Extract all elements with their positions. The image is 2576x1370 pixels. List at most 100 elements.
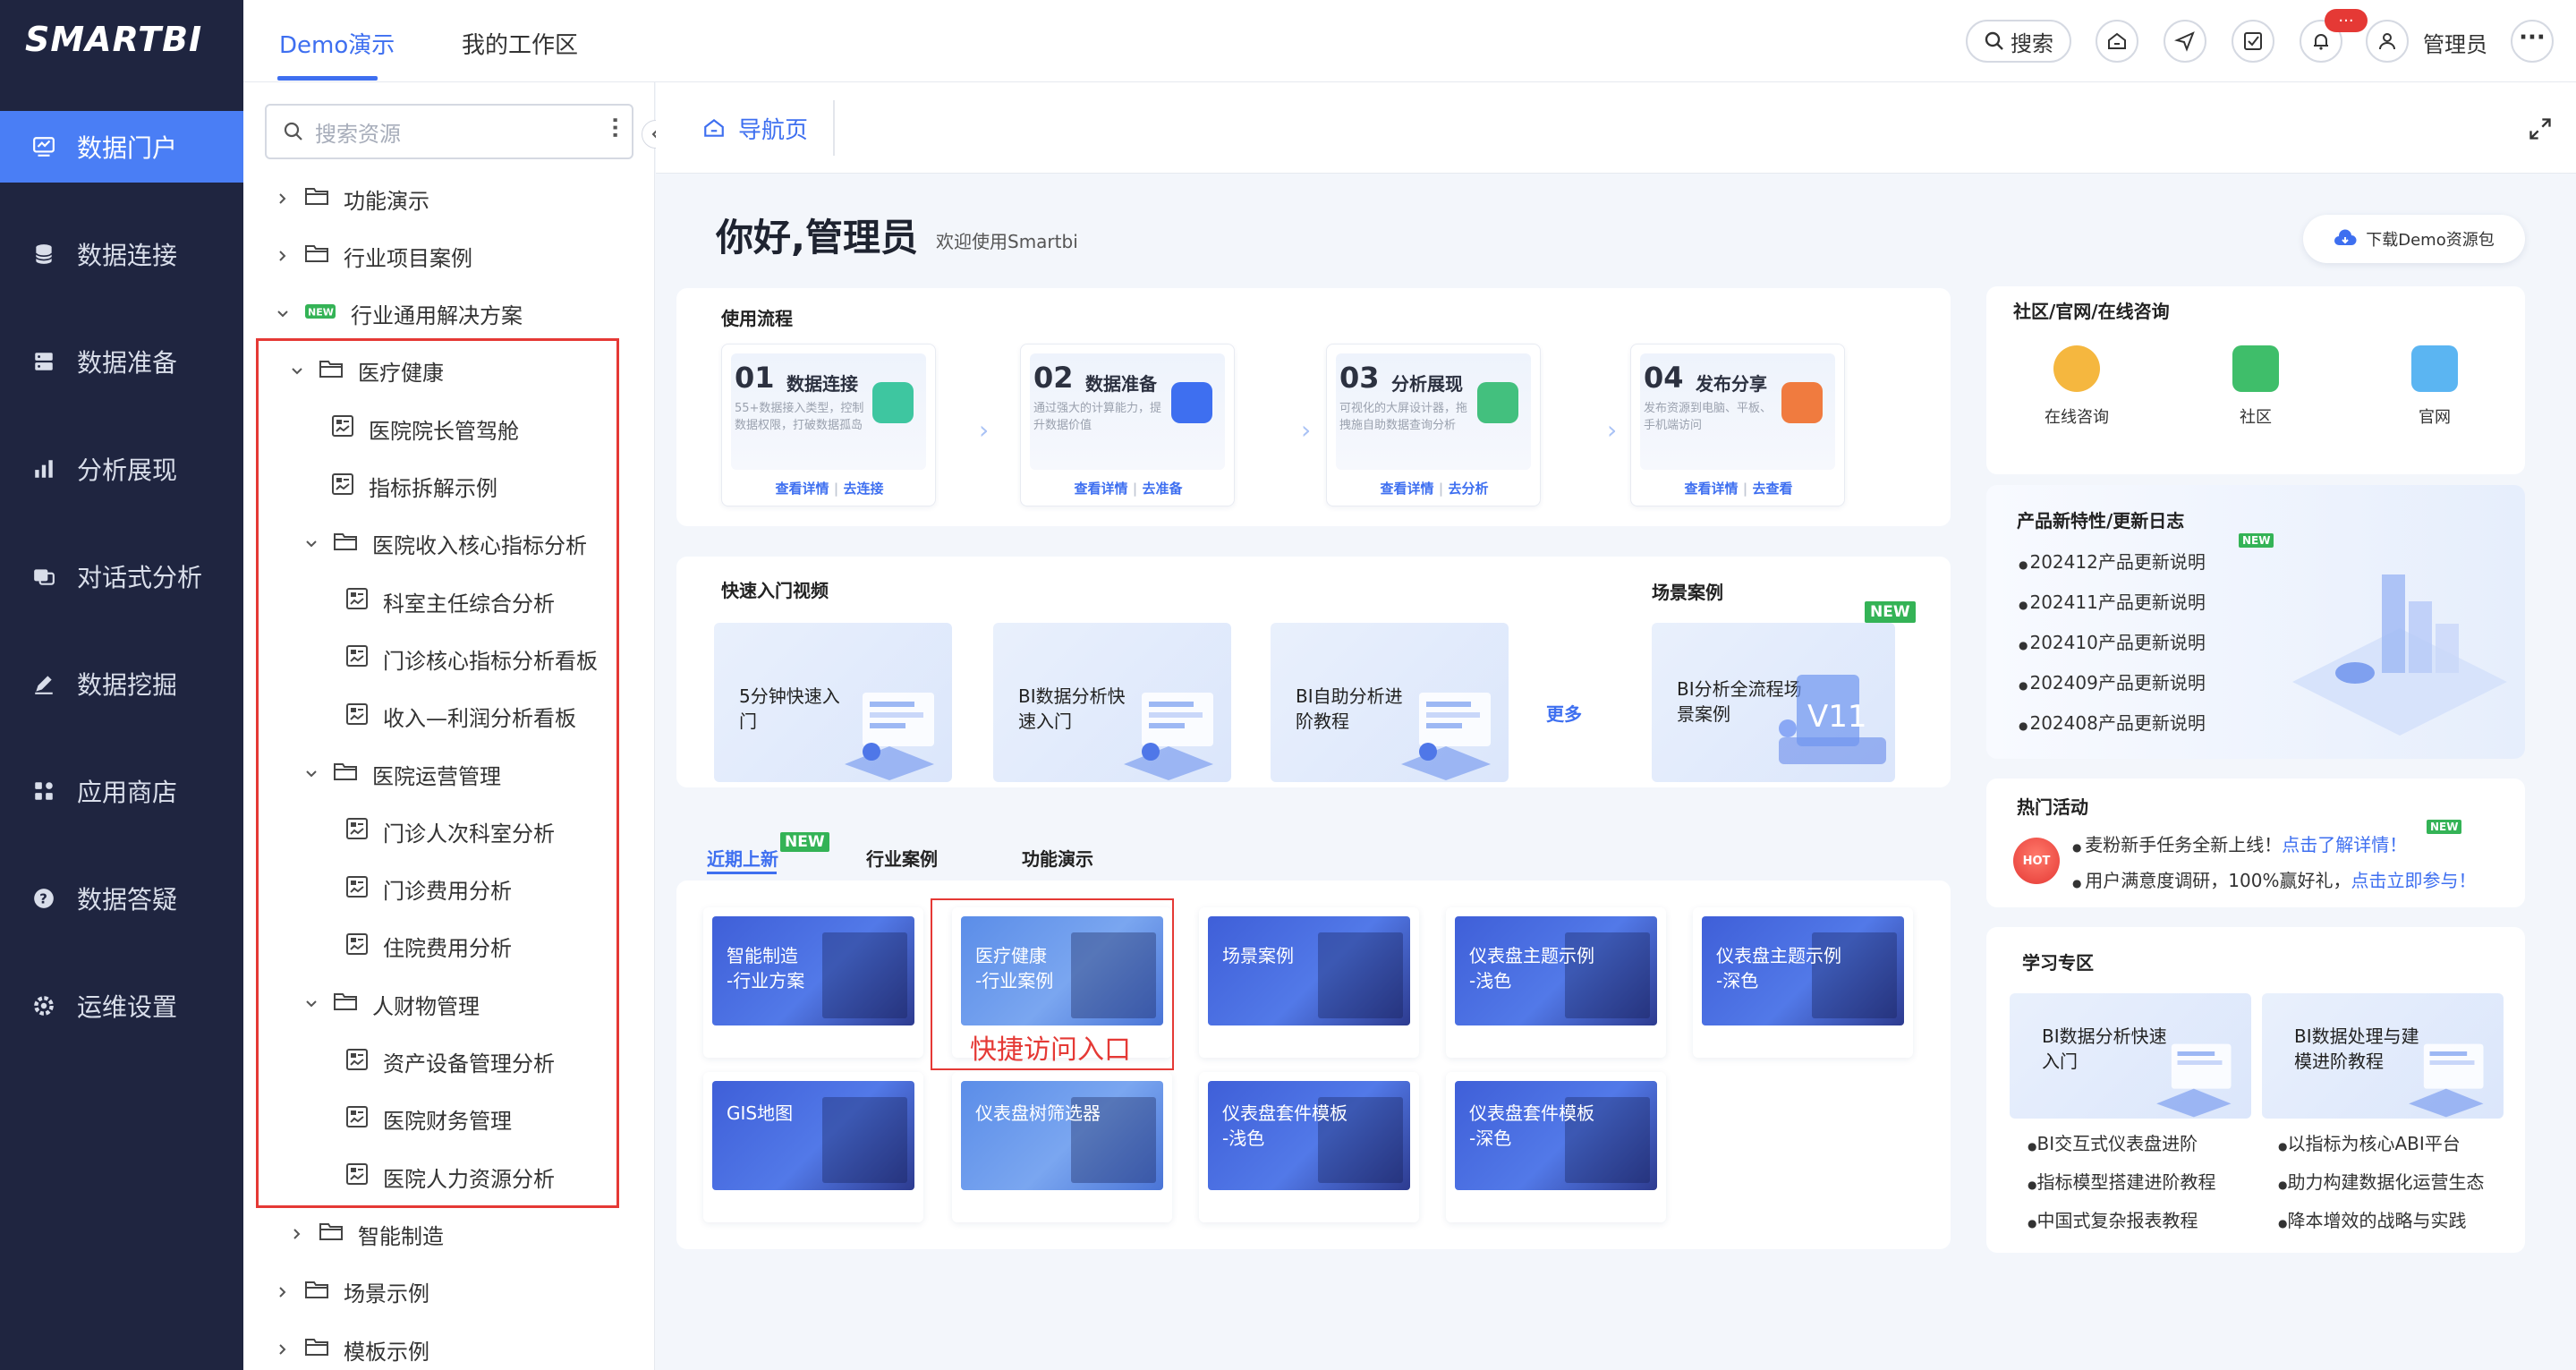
thumbnail-title: 仪表盘套件模板 -浅色 — [1222, 1101, 1348, 1151]
app-logo[interactable]: SMARTBI — [25, 20, 202, 59]
chevron-right-icon[interactable] — [274, 1343, 292, 1356]
resource-thumbnail[interactable]: 仪表盘主题示例 -浅色 — [1446, 907, 1666, 1058]
chevron-right-icon[interactable] — [274, 250, 292, 262]
flow-step-2[interactable]: 02 数据准备 通过强大的计算能力，提升数据价值 查看详情 | 去准备 — [1020, 344, 1235, 506]
nav-item-8[interactable]: 运维设置 — [0, 970, 243, 1042]
changelog-item[interactable]: ● 202408产品更新说明 — [2019, 709, 2206, 735]
flow-step-4[interactable]: 04 发布分享 发布资源到电脑、平板、手机端访问 查看详情 | 去查看 — [1630, 344, 1845, 506]
event-link[interactable]: 点击立即参与！ — [2351, 870, 2476, 891]
learning-card[interactable]: BI数据处理与建模进阶教程 — [2262, 993, 2504, 1119]
changelog-item[interactable]: ● 202410产品更新说明 — [2019, 628, 2206, 654]
chevron-down-icon[interactable] — [274, 308, 292, 320]
user-name[interactable]: 管理员 — [2423, 27, 2487, 58]
tree-item[interactable]: 场景示例 — [274, 1274, 429, 1310]
tab-recent[interactable]: 近期上新 — [707, 845, 778, 871]
step-number: 02 — [1033, 361, 1074, 395]
bar-chart-icon — [32, 457, 55, 481]
changelog-item[interactable]: ● 202409产品更新说明 — [2019, 668, 2206, 694]
more-videos-link[interactable]: 更多 — [1546, 700, 1582, 726]
nav-item-2[interactable]: 数据准备 — [0, 326, 243, 397]
step-go-link[interactable]: 去分析 — [1448, 481, 1488, 497]
flow-step-3[interactable]: 03 分析展现 可视化的大屏设计器，拖拽施自助数据查询分析 查看详情 | 去分析 — [1326, 344, 1541, 506]
thumbnail-title-line2: -浅色 — [1222, 1127, 1265, 1149]
video-card[interactable]: BI自助分析进阶教程 — [1271, 623, 1509, 782]
fullscreen-icon[interactable] — [2528, 116, 2553, 141]
avatar[interactable] — [2366, 20, 2409, 63]
download-demo-button[interactable]: 下载Demo资源包 — [2303, 215, 2525, 263]
server-icon — [32, 350, 55, 373]
step-name: 数据准备 — [1085, 373, 1157, 395]
tree-more-icon[interactable]: ··· — [603, 116, 625, 139]
event-item: ● 麦粉新手任务全新上线！点击了解详情！ — [2072, 830, 2407, 856]
community-item[interactable]: 在线咨询 — [2019, 345, 2135, 428]
changelog-item[interactable]: ● 202412产品更新说明 — [2019, 548, 2206, 574]
step-detail-link[interactable]: 查看详情 — [776, 481, 829, 497]
video-card[interactable]: 5分钟快速入门 — [714, 623, 952, 782]
thumbnail-title-line1: 仪表盘主题示例 — [1469, 945, 1594, 966]
tasks-button[interactable] — [2232, 20, 2274, 63]
nav-item-3[interactable]: 分析展现 — [0, 433, 243, 505]
learning-link[interactable]: ●指标模型搭建进阶教程 — [2028, 1168, 2215, 1194]
flow-step-1[interactable]: 01 数据连接 55+数据接入类型，控制数据权限，打破数据孤岛 查看详情 | 去连接 — [721, 344, 936, 506]
nav-item-7[interactable]: ? 数据答疑 — [0, 863, 243, 934]
chevron-right-icon[interactable] — [288, 1228, 306, 1240]
nav-item-0[interactable]: 数据门户 — [0, 111, 243, 183]
resource-thumbnail[interactable]: GIS地图 — [703, 1072, 923, 1222]
resource-thumbnail[interactable]: 仪表盘主题示例 -深色 — [1693, 907, 1913, 1058]
scene-case-card[interactable]: BI分析全流程场景案例 V11 — [1652, 623, 1895, 782]
step-go-link[interactable]: 去查看 — [1752, 481, 1792, 497]
step-go-link[interactable]: 去准备 — [1142, 481, 1182, 497]
tree-item[interactable]: NEW 行业通用解决方案 — [274, 296, 523, 332]
learning-link[interactable]: ●降本增效的战略与实践 — [2278, 1206, 2466, 1232]
step-detail-link[interactable]: 查看详情 — [1075, 481, 1128, 497]
community-item[interactable]: 社区 — [2198, 345, 2314, 428]
learning-link[interactable]: ●助力构建数据化运营生态 — [2278, 1168, 2484, 1194]
resource-thumbnail[interactable]: 仪表盘套件模板 -浅色 — [1199, 1072, 1419, 1222]
send-button[interactable] — [2164, 20, 2206, 63]
nav-item-5[interactable]: 数据挖掘 — [0, 648, 243, 719]
resource-search-input[interactable]: 搜索资源 ··· — [265, 104, 633, 159]
changelog-item[interactable]: ● 202411产品更新说明 — [2019, 588, 2206, 614]
nav-item-6[interactable]: 应用商店 — [0, 755, 243, 827]
tab-feature-demo[interactable]: 功能演示 — [1022, 845, 1093, 871]
tree-item[interactable]: 功能演示 — [274, 181, 429, 217]
step-detail-link[interactable]: 查看详情 — [1685, 481, 1739, 497]
step-detail-link[interactable]: 查看详情 — [1381, 481, 1434, 497]
step-go-link[interactable]: 去连接 — [843, 481, 883, 497]
resource-thumbnail[interactable]: 智能制造 -行业方案 — [703, 907, 923, 1058]
home-icon — [2108, 32, 2126, 49]
tree-item[interactable]: 行业项目案例 — [274, 238, 472, 274]
bullet: ● — [2019, 599, 2028, 611]
global-search-button[interactable]: 搜索 — [1966, 20, 2071, 63]
tab-industry-cases[interactable]: 行业案例 — [866, 845, 938, 871]
chevron-right-icon[interactable] — [274, 192, 292, 205]
learning-link[interactable]: ●中国式复杂报表教程 — [2028, 1206, 2198, 1232]
event-link[interactable]: 点击了解详情！ — [2282, 834, 2407, 855]
video-section-title: 快速入门视频 — [721, 580, 829, 601]
svg-text:NEW: NEW — [308, 306, 334, 318]
tree-item[interactable]: 模板示例 — [274, 1332, 429, 1367]
tab-navigation-page[interactable]: 导航页 — [656, 100, 835, 156]
home-button[interactable] — [2096, 20, 2138, 63]
community-icon — [2232, 345, 2279, 392]
learning-card[interactable]: BI数据分析快速入门 — [2010, 993, 2251, 1119]
resource-thumbnail[interactable]: 场景案例 — [1199, 907, 1419, 1058]
step-description: 可视化的大屏设计器，拖拽施自助数据查询分析 — [1339, 402, 1468, 432]
video-card[interactable]: BI数据分析快速入门 — [993, 623, 1231, 782]
nav-item-1[interactable]: 数据连接 — [0, 218, 243, 290]
learning-link-label: 以指标为核心ABI平台 — [2287, 1133, 2461, 1154]
learning-link[interactable]: ●BI交互式仪表盘进阶 — [2028, 1129, 2198, 1155]
nav-item-4[interactable]: 对话式分析 — [0, 540, 243, 612]
learning-link[interactable]: ●以指标为核心ABI平台 — [2278, 1129, 2461, 1155]
tree-item[interactable]: 智能制造 — [288, 1216, 444, 1252]
chevron-right-icon[interactable] — [274, 1286, 292, 1298]
notification-badge: ··· — [2325, 9, 2368, 32]
resource-thumbnail[interactable]: 仪表盘套件模板 -深色 — [1446, 1072, 1666, 1222]
community-item[interactable]: 官网 — [2376, 345, 2493, 428]
thumbnail-image: 仪表盘套件模板 -深色 — [1455, 1081, 1657, 1190]
tab-demo[interactable]: Demo演示 — [279, 27, 395, 60]
resource-thumbnail[interactable]: 仪表盘树筛选器 — [952, 1072, 1172, 1222]
more-button[interactable]: ··· — [2511, 20, 2554, 63]
portal-icon — [32, 135, 55, 158]
tab-my-workspace[interactable]: 我的工作区 — [462, 27, 578, 60]
